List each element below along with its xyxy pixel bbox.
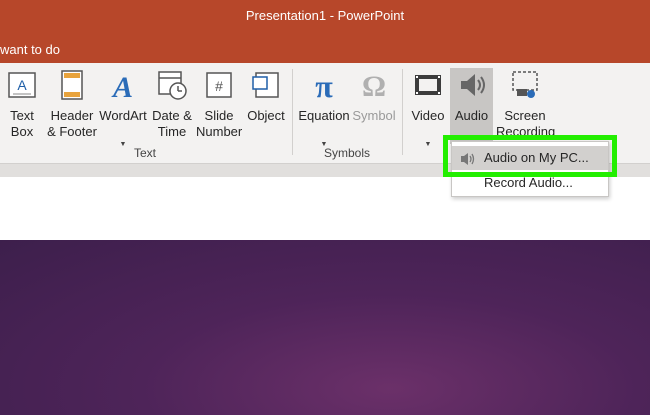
text-group-label: Text — [133, 146, 156, 160]
symbol-button[interactable]: Ω Symbol — [350, 63, 398, 143]
svg-text:Ω: Ω — [362, 70, 386, 101]
symbol-label: Symbol — [352, 108, 396, 123]
video-label: Video — [411, 108, 445, 123]
film-icon — [415, 75, 441, 95]
date-time-button[interactable]: Date & Time — [150, 63, 194, 143]
object-label: Object — [247, 108, 285, 123]
pi-icon: π — [315, 69, 333, 101]
svg-text:π: π — [315, 69, 333, 101]
window-title: Presentation1 - PowerPoint — [245, 8, 405, 23]
video-button[interactable]: Video ▼ — [406, 63, 450, 148]
header-footer-button[interactable]: Header & Footer — [44, 63, 100, 143]
wordart-icon: A — [111, 71, 133, 101]
date-time-icon — [158, 71, 187, 100]
slide-number-label: Slide Number — [196, 108, 243, 139]
group-separator — [292, 69, 293, 155]
slide-number-button[interactable]: # Slide Number — [196, 63, 242, 143]
slide-number-icon: # — [206, 72, 232, 98]
green-highlight-box — [443, 135, 617, 177]
equation-button[interactable]: π Equation ▼ — [296, 63, 352, 148]
screen-recording-button[interactable]: Screen Recording — [496, 63, 555, 143]
svg-text:A: A — [17, 77, 27, 93]
wordart-label: WordArt — [99, 108, 147, 123]
object-button[interactable]: Object — [244, 63, 288, 143]
audio-button[interactable]: Audio ▼ — [450, 63, 493, 148]
title-bar: Presentation1 - PowerPoint — [0, 0, 650, 31]
tell-me-bar[interactable]: want to do — [0, 31, 650, 63]
slide-canvas[interactable] — [0, 240, 650, 415]
omega-icon: Ω — [362, 70, 386, 101]
header-footer-icon — [61, 70, 83, 100]
text-box-icon: A — [8, 72, 36, 98]
screen-recording-icon — [512, 71, 538, 98]
group-separator — [402, 69, 403, 155]
wordart-button[interactable]: A WordArt ▼ — [98, 63, 148, 148]
header-footer-label: Header & Footer — [47, 108, 97, 139]
text-box-label: Text Box — [10, 108, 34, 139]
tell-me-text: want to do — [0, 42, 60, 57]
svg-text:A: A — [111, 71, 133, 101]
record-audio-label: Record Audio... — [484, 175, 573, 190]
svg-text:#: # — [215, 78, 223, 94]
date-time-label: Date & Time — [152, 108, 192, 139]
symbols-group-label: Symbols — [323, 146, 370, 160]
speaker-icon — [460, 74, 485, 96]
object-icon — [252, 72, 279, 98]
text-box-button[interactable]: A Text Box — [2, 63, 42, 143]
audio-label: Audio — [454, 108, 489, 123]
equation-label: Equation — [298, 108, 350, 123]
